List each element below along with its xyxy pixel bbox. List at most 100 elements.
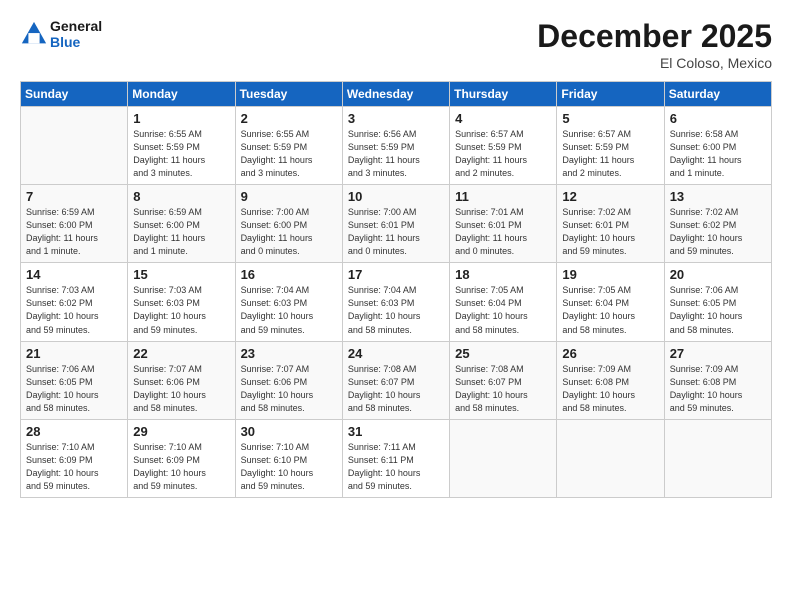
logo-text: General Blue — [50, 18, 102, 50]
day-number: 25 — [455, 346, 552, 361]
week-row-3: 14 Sunrise: 7:03 AM Sunset: 6:02 PM Dayli… — [21, 263, 772, 341]
day-cell: 2 Sunrise: 6:55 AM Sunset: 5:59 PM Daylig… — [235, 107, 342, 185]
day-info: Sunrise: 6:57 AM Sunset: 5:59 PM Dayligh… — [455, 128, 552, 180]
day-info: Sunrise: 7:08 AM Sunset: 6:07 PM Dayligh… — [348, 363, 445, 415]
day-cell: 30 Sunrise: 7:10 AM Sunset: 6:10 PM Dayli… — [235, 419, 342, 497]
header: General Blue December 2025 El Coloso, Me… — [20, 18, 772, 71]
day-cell: 19 Sunrise: 7:05 AM Sunset: 6:04 PM Dayli… — [557, 263, 664, 341]
day-cell: 22 Sunrise: 7:07 AM Sunset: 6:06 PM Dayli… — [128, 341, 235, 419]
day-header-friday: Friday — [557, 82, 664, 107]
day-info: Sunrise: 7:10 AM Sunset: 6:09 PM Dayligh… — [133, 441, 230, 493]
header-row: SundayMondayTuesdayWednesdayThursdayFrid… — [21, 82, 772, 107]
day-number: 17 — [348, 267, 445, 282]
day-number: 29 — [133, 424, 230, 439]
day-cell: 7 Sunrise: 6:59 AM Sunset: 6:00 PM Daylig… — [21, 185, 128, 263]
day-info: Sunrise: 6:59 AM Sunset: 6:00 PM Dayligh… — [26, 206, 123, 258]
day-cell: 24 Sunrise: 7:08 AM Sunset: 6:07 PM Dayli… — [342, 341, 449, 419]
day-number: 6 — [670, 111, 767, 126]
day-info: Sunrise: 7:04 AM Sunset: 6:03 PM Dayligh… — [241, 284, 338, 336]
day-cell: 8 Sunrise: 6:59 AM Sunset: 6:00 PM Daylig… — [128, 185, 235, 263]
week-row-5: 28Sunrise: 7:10 AM Sunset: 6:09 PM Dayli… — [21, 419, 772, 497]
calendar-page: General Blue December 2025 El Coloso, Me… — [0, 0, 792, 612]
day-header-saturday: Saturday — [664, 82, 771, 107]
day-cell: 17 Sunrise: 7:04 AM Sunset: 6:03 PM Dayli… — [342, 263, 449, 341]
day-cell: 29 Sunrise: 7:10 AM Sunset: 6:09 PM Dayli… — [128, 419, 235, 497]
day-number: 27 — [670, 346, 767, 361]
day-info: Sunrise: 6:55 AM Sunset: 5:59 PM Dayligh… — [241, 128, 338, 180]
day-info: Sunrise: 7:05 AM Sunset: 6:04 PM Dayligh… — [562, 284, 659, 336]
logo-icon — [20, 20, 48, 48]
day-info: Sunrise: 7:10 AM Sunset: 6:09 PM Dayligh… — [26, 441, 123, 493]
location: El Coloso, Mexico — [537, 55, 772, 71]
day-cell: 28Sunrise: 7:10 AM Sunset: 6:09 PM Dayli… — [21, 419, 128, 497]
day-cell: 1 Sunrise: 6:55 AM Sunset: 5:59 PM Daylig… — [128, 107, 235, 185]
day-cell: 16 Sunrise: 7:04 AM Sunset: 6:03 PM Dayli… — [235, 263, 342, 341]
day-cell: 10 Sunrise: 7:00 AM Sunset: 6:01 PM Dayli… — [342, 185, 449, 263]
day-number: 14 — [26, 267, 123, 282]
day-cell: 25 Sunrise: 7:08 AM Sunset: 6:07 PM Dayli… — [450, 341, 557, 419]
day-cell: 23Sunrise: 7:07 AM Sunset: 6:06 PM Dayli… — [235, 341, 342, 419]
day-info: Sunrise: 7:10 AM Sunset: 6:10 PM Dayligh… — [241, 441, 338, 493]
day-number: 15 — [133, 267, 230, 282]
day-info: Sunrise: 7:00 AM Sunset: 6:01 PM Dayligh… — [348, 206, 445, 258]
day-cell: 18Sunrise: 7:05 AM Sunset: 6:04 PM Dayli… — [450, 263, 557, 341]
day-info: Sunrise: 7:07 AM Sunset: 6:06 PM Dayligh… — [241, 363, 338, 415]
day-number: 26 — [562, 346, 659, 361]
day-number: 16 — [241, 267, 338, 282]
day-info: Sunrise: 7:03 AM Sunset: 6:02 PM Dayligh… — [26, 284, 123, 336]
day-number: 7 — [26, 189, 123, 204]
day-cell: 4 Sunrise: 6:57 AM Sunset: 5:59 PM Daylig… — [450, 107, 557, 185]
day-cell: 13 Sunrise: 7:02 AM Sunset: 6:02 PM Dayli… — [664, 185, 771, 263]
day-number: 13 — [670, 189, 767, 204]
day-header-tuesday: Tuesday — [235, 82, 342, 107]
day-cell: 11Sunrise: 7:01 AM Sunset: 6:01 PM Dayli… — [450, 185, 557, 263]
day-number: 3 — [348, 111, 445, 126]
day-number: 18 — [455, 267, 552, 282]
day-number: 1 — [133, 111, 230, 126]
title-block: December 2025 El Coloso, Mexico — [537, 18, 772, 71]
day-info: Sunrise: 7:08 AM Sunset: 6:07 PM Dayligh… — [455, 363, 552, 415]
day-number: 2 — [241, 111, 338, 126]
day-info: Sunrise: 7:11 AM Sunset: 6:11 PM Dayligh… — [348, 441, 445, 493]
day-info: Sunrise: 7:00 AM Sunset: 6:00 PM Dayligh… — [241, 206, 338, 258]
day-cell: 31Sunrise: 7:11 AM Sunset: 6:11 PM Dayli… — [342, 419, 449, 497]
day-header-wednesday: Wednesday — [342, 82, 449, 107]
day-number: 21 — [26, 346, 123, 361]
day-info: Sunrise: 6:59 AM Sunset: 6:00 PM Dayligh… — [133, 206, 230, 258]
day-number: 22 — [133, 346, 230, 361]
day-number: 10 — [348, 189, 445, 204]
day-info: Sunrise: 7:02 AM Sunset: 6:01 PM Dayligh… — [562, 206, 659, 258]
day-info: Sunrise: 6:58 AM Sunset: 6:00 PM Dayligh… — [670, 128, 767, 180]
day-info: Sunrise: 7:02 AM Sunset: 6:02 PM Dayligh… — [670, 206, 767, 258]
calendar-table: SundayMondayTuesdayWednesdayThursdayFrid… — [20, 81, 772, 498]
day-info: Sunrise: 7:01 AM Sunset: 6:01 PM Dayligh… — [455, 206, 552, 258]
day-header-monday: Monday — [128, 82, 235, 107]
day-number: 19 — [562, 267, 659, 282]
day-info: Sunrise: 7:03 AM Sunset: 6:03 PM Dayligh… — [133, 284, 230, 336]
day-cell: 26 Sunrise: 7:09 AM Sunset: 6:08 PM Dayli… — [557, 341, 664, 419]
day-cell — [21, 107, 128, 185]
day-number: 9 — [241, 189, 338, 204]
day-info: Sunrise: 7:06 AM Sunset: 6:05 PM Dayligh… — [670, 284, 767, 336]
day-number: 5 — [562, 111, 659, 126]
day-number: 4 — [455, 111, 552, 126]
logo: General Blue — [20, 18, 102, 50]
day-header-thursday: Thursday — [450, 82, 557, 107]
day-cell: 5Sunrise: 6:57 AM Sunset: 5:59 PM Daylig… — [557, 107, 664, 185]
day-cell — [450, 419, 557, 497]
day-cell: 6 Sunrise: 6:58 AM Sunset: 6:00 PM Daylig… — [664, 107, 771, 185]
day-cell: 12Sunrise: 7:02 AM Sunset: 6:01 PM Dayli… — [557, 185, 664, 263]
week-row-1: 1 Sunrise: 6:55 AM Sunset: 5:59 PM Daylig… — [21, 107, 772, 185]
day-number: 8 — [133, 189, 230, 204]
day-info: Sunrise: 7:07 AM Sunset: 6:06 PM Dayligh… — [133, 363, 230, 415]
day-number: 24 — [348, 346, 445, 361]
day-info: Sunrise: 6:56 AM Sunset: 5:59 PM Dayligh… — [348, 128, 445, 180]
day-cell: 20Sunrise: 7:06 AM Sunset: 6:05 PM Dayli… — [664, 263, 771, 341]
day-info: Sunrise: 6:55 AM Sunset: 5:59 PM Dayligh… — [133, 128, 230, 180]
day-info: Sunrise: 7:09 AM Sunset: 6:08 PM Dayligh… — [562, 363, 659, 415]
day-cell: 3 Sunrise: 6:56 AM Sunset: 5:59 PM Daylig… — [342, 107, 449, 185]
day-number: 30 — [241, 424, 338, 439]
day-cell: 27Sunrise: 7:09 AM Sunset: 6:08 PM Dayli… — [664, 341, 771, 419]
day-info: Sunrise: 7:04 AM Sunset: 6:03 PM Dayligh… — [348, 284, 445, 336]
day-header-sunday: Sunday — [21, 82, 128, 107]
